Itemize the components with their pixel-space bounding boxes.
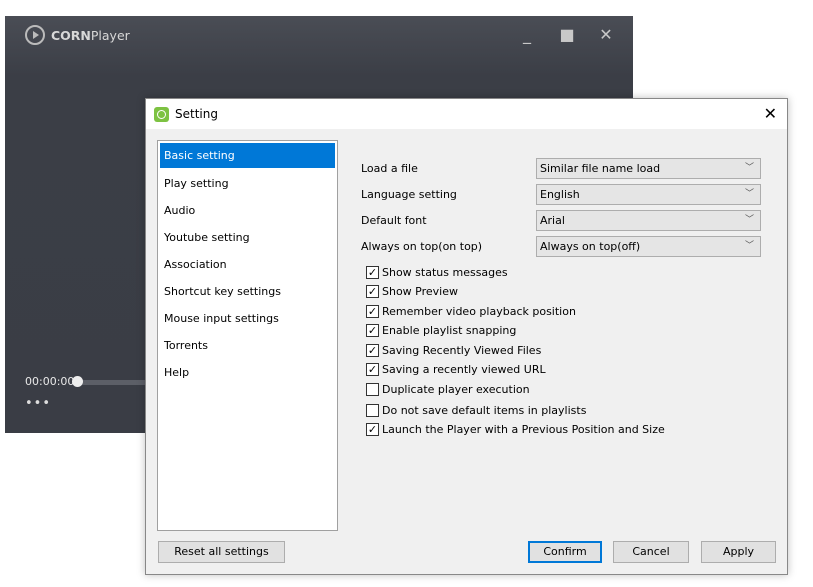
seek-knob[interactable] — [72, 376, 83, 387]
chevron-down-icon: ﹀ — [744, 241, 754, 251]
brand-rest: Player — [90, 27, 130, 43]
checkbox[interactable] — [366, 383, 379, 396]
chevron-down-icon: ﹀ — [744, 189, 754, 199]
checkbox[interactable]: ✓ — [366, 266, 379, 279]
setting-label: Default font — [361, 214, 427, 227]
brand-bold: CORN — [51, 27, 91, 43]
setting-dropdown[interactable]: Similar file name load ﹀ — [536, 158, 761, 179]
sidebar-item[interactable]: Audio — [160, 197, 335, 224]
checkbox-option[interactable]: Duplicate player execution — [366, 383, 530, 396]
maximize-icon[interactable]: ■ — [557, 25, 577, 44]
checkbox[interactable] — [366, 404, 379, 417]
dropdown-value: Always on top(off) — [540, 240, 641, 253]
setting-label: Always on top(on top) — [361, 240, 483, 253]
minimize-icon[interactable]: _ — [517, 25, 537, 44]
cancel-button[interactable]: Cancel — [613, 541, 689, 563]
chevron-down-icon: ﹀ — [744, 163, 754, 173]
app-logo: CORNPlayer — [25, 25, 130, 45]
checkbox[interactable]: ✓ — [366, 363, 379, 376]
checkbox-option[interactable]: ✓ Saving a recently viewed URL — [366, 363, 546, 376]
dropdown-value: English — [540, 188, 580, 201]
setting-label: Language setting — [361, 188, 457, 201]
sidebar-item[interactable]: Help — [160, 359, 335, 386]
checkbox[interactable]: ✓ — [366, 305, 379, 318]
checkbox-option[interactable]: ✓ Show Preview — [366, 285, 458, 298]
time-display: 00:00:00 — [25, 375, 75, 388]
dropdown-value: Similar file name load — [540, 162, 661, 175]
dropdown-value: Arial — [540, 214, 565, 227]
setting-dropdown[interactable]: Arial ﹀ — [536, 210, 761, 231]
chevron-down-icon: ﹀ — [744, 215, 754, 225]
checkbox-label: Launch the Player with a Previous Positi… — [382, 423, 665, 436]
close-icon[interactable]: ✕ — [764, 104, 777, 123]
checkbox-option[interactable]: ✓ Show status messages — [366, 266, 508, 279]
checkbox-label: Remember video playback position — [382, 305, 576, 318]
checkbox-option[interactable]: ✓ Saving Recently Viewed Files — [366, 344, 541, 357]
sidebar-item[interactable]: Basic setting — [160, 143, 335, 168]
sidebar-item[interactable]: Youtube setting — [160, 224, 335, 251]
app-icon — [154, 106, 169, 122]
reset-all-button[interactable]: Reset all settings — [158, 541, 285, 563]
checkbox-option[interactable]: Do not save default items in playlists — [366, 404, 586, 417]
sidebar-item[interactable]: Torrents — [160, 332, 335, 359]
checkbox-option[interactable]: ✓ Launch the Player with a Previous Posit… — [366, 423, 665, 436]
sidebar-item[interactable]: Mouse input settings — [160, 305, 335, 332]
setting-row: Load a file Similar file name load ﹀ — [361, 158, 761, 179]
checkbox-label: Saving Recently Viewed Files — [382, 344, 542, 357]
confirm-button[interactable]: Confirm — [528, 541, 602, 563]
checkbox[interactable]: ✓ — [366, 423, 379, 436]
close-icon[interactable]: ✕ — [596, 25, 616, 44]
setting-row: Language setting English ﹀ — [361, 184, 761, 205]
play-circle-icon — [25, 25, 45, 45]
checkbox-label: Enable playlist snapping — [382, 324, 517, 337]
apply-button[interactable]: Apply — [701, 541, 776, 563]
dialog-title: Setting — [175, 107, 218, 121]
sidebar-item[interactable]: Play setting — [160, 170, 335, 197]
setting-dropdown[interactable]: Always on top(off) ﹀ — [536, 236, 761, 257]
more-icon[interactable]: ••• — [25, 396, 51, 411]
dialog-titlebar: Setting ✕ — [146, 99, 787, 129]
settings-dialog: Setting ✕ Basic setting Play setting Audio… — [145, 98, 788, 575]
setting-row: Always on top(on top) Always on top(off) ﹀ — [361, 236, 761, 257]
setting-row: Default font Arial ﹀ — [361, 210, 761, 231]
checkbox-option[interactable]: ✓ Remember video playback position — [366, 305, 576, 318]
setting-dropdown[interactable]: English ﹀ — [536, 184, 761, 205]
checkbox-label: Saving a recently viewed URL — [382, 363, 546, 376]
checkbox-label: Show status messages — [382, 266, 508, 279]
checkbox[interactable]: ✓ — [366, 285, 379, 298]
checkbox-label: Do not save default items in playlists — [382, 404, 587, 417]
sidebar-item[interactable]: Shortcut key settings — [160, 278, 335, 305]
checkbox[interactable]: ✓ — [366, 344, 379, 357]
checkbox-label: Show Preview — [382, 285, 458, 298]
settings-category-list: Basic setting Play setting Audio Youtube se… — [157, 140, 338, 531]
sidebar-item[interactable]: Association — [160, 251, 335, 278]
setting-label: Load a file — [361, 162, 418, 175]
checkbox-label: Duplicate player execution — [382, 383, 530, 396]
checkbox-option[interactable]: ✓ Enable playlist snapping — [366, 324, 516, 337]
checkbox[interactable]: ✓ — [366, 324, 379, 337]
